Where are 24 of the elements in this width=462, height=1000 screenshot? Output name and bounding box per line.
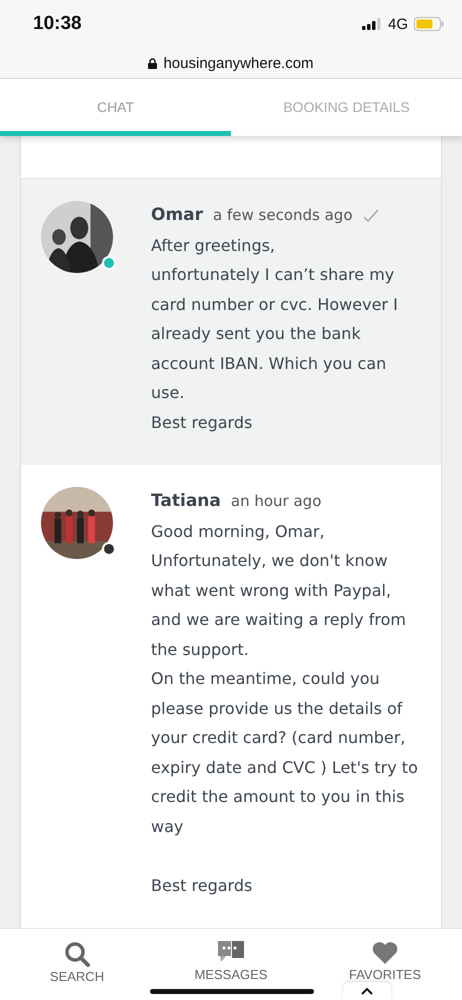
url-text[interactable]: housinganywhere.com xyxy=(163,54,314,72)
message-text: Best regards xyxy=(151,412,254,434)
search-icon xyxy=(64,941,90,967)
heart-icon xyxy=(372,941,398,965)
message-text: After greetings, xyxy=(151,234,276,256)
message-time: an hour ago xyxy=(230,491,322,512)
network-label: 4G xyxy=(388,16,408,32)
nav-item[interactable]: MESSAGES xyxy=(176,941,286,982)
message-text: unfortunately I can’t share my card number or cvc. However I already sent you the bank account IBAN. Which you can use. xyxy=(151,264,399,404)
message-text: Best regards xyxy=(151,874,254,896)
caret-icon xyxy=(361,987,373,995)
signal-icon xyxy=(362,18,382,30)
caret-button[interactable] xyxy=(343,982,391,1000)
message-text: On the meantime, could you please provide us the details of your credit card? (card number, expiry date and CVC ) Let's try to credit the amount to you in this way xyxy=(151,668,419,838)
nav-item[interactable]: SEARCH xyxy=(22,941,132,984)
message-text: Good morning, Omar, xyxy=(151,520,326,542)
message-time: a few seconds ago xyxy=(213,205,353,226)
sender-name: Tatiana xyxy=(151,490,221,513)
nav-item[interactable]: FAVORITES xyxy=(330,941,440,982)
battery-icon xyxy=(414,17,444,31)
lock-icon xyxy=(148,58,158,68)
status-time: 10:38 xyxy=(33,13,82,35)
message-text: Unfortunately, we don't know what went wrong with Paypal, and we are waiting a reply from the support. xyxy=(151,550,407,660)
sender-name: Omar xyxy=(151,204,204,227)
